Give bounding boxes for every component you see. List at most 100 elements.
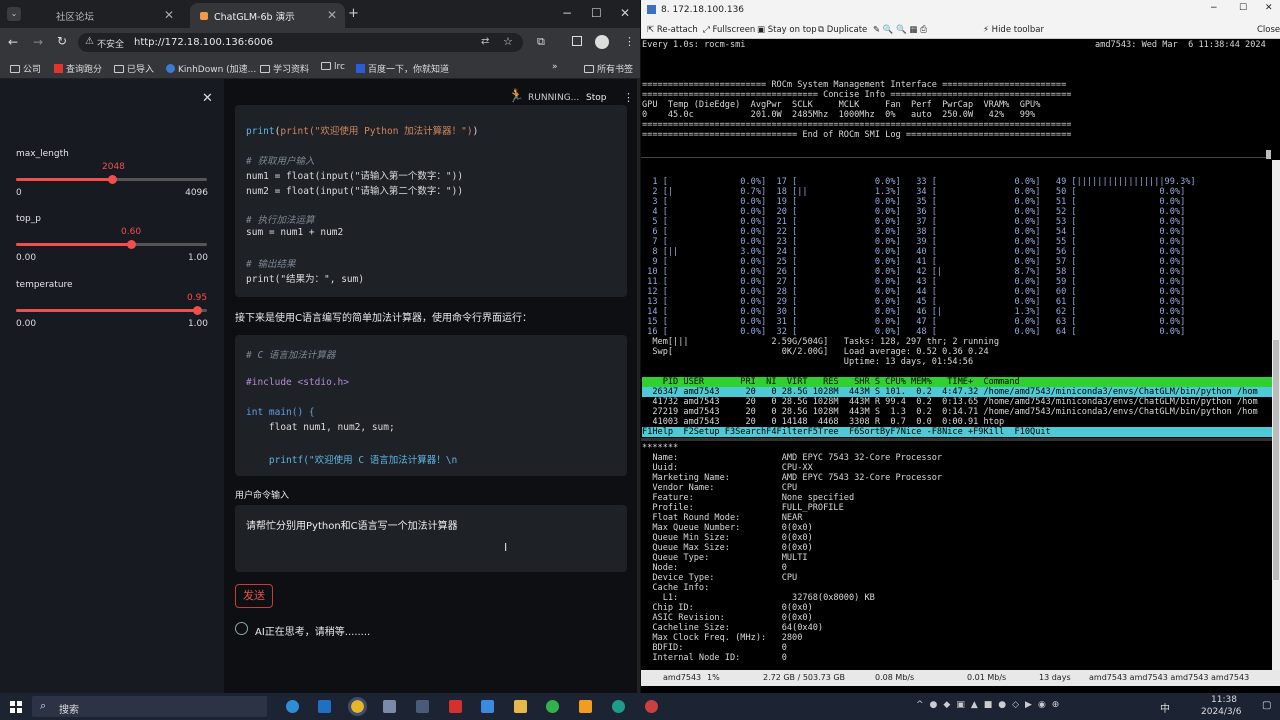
minimize-icon[interactable]: −: [562, 6, 572, 20]
forward-icon[interactable]: →: [33, 35, 43, 49]
hide-toolbar-button[interactable]: ⚡ Hide toolbar: [983, 25, 1044, 35]
input-label: 用户命令输入: [235, 491, 290, 501]
chrome-icon[interactable]: [348, 697, 367, 716]
star-icon[interactable]: ☆: [503, 35, 513, 48]
process-row[interactable]: 27219 amd7543 20 0 28.5G 1028M 443M S 1.…: [642, 407, 1273, 417]
process-row[interactable]: 41732 amd7543 20 0 28.5G 1028M 443M R 99…: [642, 397, 1273, 407]
tray-icons[interactable]: ^●◆▣▲■●◇▶◉⊕: [916, 700, 1065, 710]
agent-info-line: BDFID: 0: [642, 643, 787, 653]
param-slider[interactable]: [16, 240, 207, 249]
bookmark-baidu[interactable]: 百度一下，你就知道: [356, 62, 449, 75]
slider-handle[interactable]: [193, 306, 202, 315]
code-line: sum = num1 + num2: [246, 227, 344, 238]
edge-icon[interactable]: [286, 700, 299, 713]
cpu-meter-row: 4 [ 0.0%] 20 [ 0.0%] 36 [ 0.0%] 52 [ 0.0…: [642, 207, 1186, 217]
extensions-icon[interactable]: ⧉: [537, 35, 545, 49]
agent-info-line: *******: [642, 443, 679, 453]
all-bookmarks[interactable]: 所有书签: [584, 62, 633, 75]
close-icon[interactable]: ✕: [164, 8, 174, 22]
minimize-icon[interactable]: −: [1210, 3, 1218, 13]
app-icon[interactable]: [579, 700, 592, 713]
bookmark-imported[interactable]: 已导入: [114, 62, 154, 75]
bookmark-lrc[interactable]: lrc: [321, 62, 345, 72]
outlook-icon[interactable]: [318, 700, 331, 713]
tab-favicon-icon: [200, 11, 208, 20]
app-icon[interactable]: [416, 700, 429, 713]
close-sidebar-icon[interactable]: ✕: [202, 91, 213, 106]
sidebar-toggle-icon[interactable]: [572, 36, 582, 46]
reload-icon[interactable]: ↻: [57, 34, 67, 48]
terminal-divider[interactable]: [641, 150, 1269, 158]
agent-info-line: Chip ID: 0(0x0): [642, 603, 813, 613]
scrollbar[interactable]: [637, 79, 640, 693]
ime-indicator[interactable]: 中: [1160, 700, 1170, 715]
app-icon[interactable]: [383, 700, 396, 713]
bookmark-score[interactable]: 查询跑分: [54, 62, 102, 75]
send-label: 发送: [243, 589, 265, 602]
send-button[interactable]: 发送: [235, 584, 273, 608]
stop-button[interactable]: Stop: [586, 93, 606, 103]
pane-scroll-handle[interactable]: [1266, 150, 1271, 159]
param-slider[interactable]: [16, 306, 207, 315]
function-keys[interactable]: F1Help F2Setup F3SearchF4FilterF5Tree F6…: [642, 427, 1273, 437]
reattach-button[interactable]: ⇱ Re-attach: [647, 25, 698, 35]
menu-icon[interactable]: ⋮: [623, 91, 634, 104]
windows-start-icon[interactable]: [10, 701, 22, 713]
file-explorer-icon[interactable]: [514, 700, 527, 713]
user-input[interactable]: 请帮忙分别用Python和C语言写一个加法计算器 I: [235, 505, 627, 572]
maximize-icon[interactable]: ☐: [1239, 3, 1247, 13]
url-field[interactable]: ⚠ 不安全 http://172.18.100.136:6006 ⇄ ☆: [78, 33, 523, 52]
close-window-icon[interactable]: ✕: [1265, 3, 1273, 13]
slider-handle[interactable]: [127, 240, 136, 249]
maximize-icon[interactable]: ☐: [591, 6, 602, 20]
code-line: num2 = float(input("请输入第二个数字：")): [246, 186, 464, 197]
close-window-icon[interactable]: ✕: [620, 6, 630, 20]
agent-info-line: Uuid: CPU-XX: [642, 463, 813, 473]
bookmark-study[interactable]: 学习资料: [260, 62, 309, 75]
tools-icons[interactable]: ✎ 🔍 🔍 ▦ ⎙: [873, 25, 927, 35]
param-value: 2048: [102, 162, 125, 172]
new-tab-icon[interactable]: +: [348, 6, 359, 21]
clock-time[interactable]: 11:38: [1211, 695, 1237, 705]
param-slider[interactable]: [16, 175, 207, 184]
tab-community[interactable]: 社区论坛 ✕: [32, 3, 182, 28]
cpu-meter-row: 11 [ 0.0%] 27 [ 0.0%] 43 [ 0.0%] 59 [ 0.…: [642, 277, 1186, 287]
close-button[interactable]: Close: [1257, 25, 1280, 35]
smi-line: ========================================…: [642, 120, 1072, 130]
tab-chatglm[interactable]: ChatGLM-6b 演示 ✕: [190, 3, 345, 28]
close-icon[interactable]: ✕: [327, 8, 337, 22]
process-row[interactable]: 26347 amd7543 20 0 28.5G 1028M 443M S 10…: [642, 387, 1273, 397]
youdao-icon[interactable]: [449, 700, 462, 713]
translate-icon[interactable]: ⇄: [481, 36, 489, 47]
bookmarks-bar: 公司 查询跑分 已导入 KinhDown (加速... 学习资料 lrc 百度一…: [0, 57, 640, 79]
taskbar-search[interactable]: ⌕ 搜索: [32, 696, 267, 717]
stay-on-top-button[interactable]: ▣ Stay on top: [757, 25, 817, 35]
bookmark-kinhdown[interactable]: KinhDown (加速...: [166, 62, 256, 75]
duplicate-button[interactable]: ⧉ Duplicate: [818, 25, 867, 35]
status-item: 0.01 Mb/s: [967, 673, 1007, 682]
notification-icon[interactable]: ▢: [1262, 700, 1271, 711]
app-icon[interactable]: [481, 700, 494, 713]
scroll-thumb[interactable]: [1273, 340, 1279, 580]
app-icon[interactable]: [645, 700, 658, 713]
back-icon[interactable]: ←: [8, 35, 18, 49]
process-row[interactable]: 41003 amd7543 20 0 14148 4468 3308 R 0.7…: [642, 417, 1273, 427]
slider-handle[interactable]: [108, 175, 117, 184]
avatar[interactable]: [595, 35, 609, 49]
menu-icon[interactable]: ⋮: [624, 35, 635, 48]
tab-search-icon[interactable]: ⌄: [7, 7, 21, 21]
terminal-divider[interactable]: [641, 438, 1280, 441]
agent-info-line: Max Clock Freq. (MHz): 2800: [642, 633, 803, 643]
url-text: http://172.18.100.136:6006: [134, 37, 273, 48]
cpu-meter-row: 12 [ 0.0%] 28 [ 0.0%] 44 [ 0.0%] 60 [ 0.…: [642, 287, 1186, 297]
code-line: int main() {: [246, 407, 315, 418]
wechat-icon[interactable]: [546, 700, 559, 713]
edge-icon[interactable]: [612, 700, 625, 713]
more-bookmarks-icon[interactable]: »: [552, 62, 558, 72]
agent-info-line: Queue Min Size: 0(0x0): [642, 533, 813, 543]
agent-info-line: Feature: None specified: [642, 493, 855, 503]
fullscreen-button[interactable]: ⤢ Fullscreen: [703, 25, 755, 35]
bookmark-company[interactable]: 公司: [10, 62, 41, 75]
param-min: 0: [16, 188, 22, 198]
clock-date[interactable]: 2024/3/6: [1201, 707, 1241, 717]
